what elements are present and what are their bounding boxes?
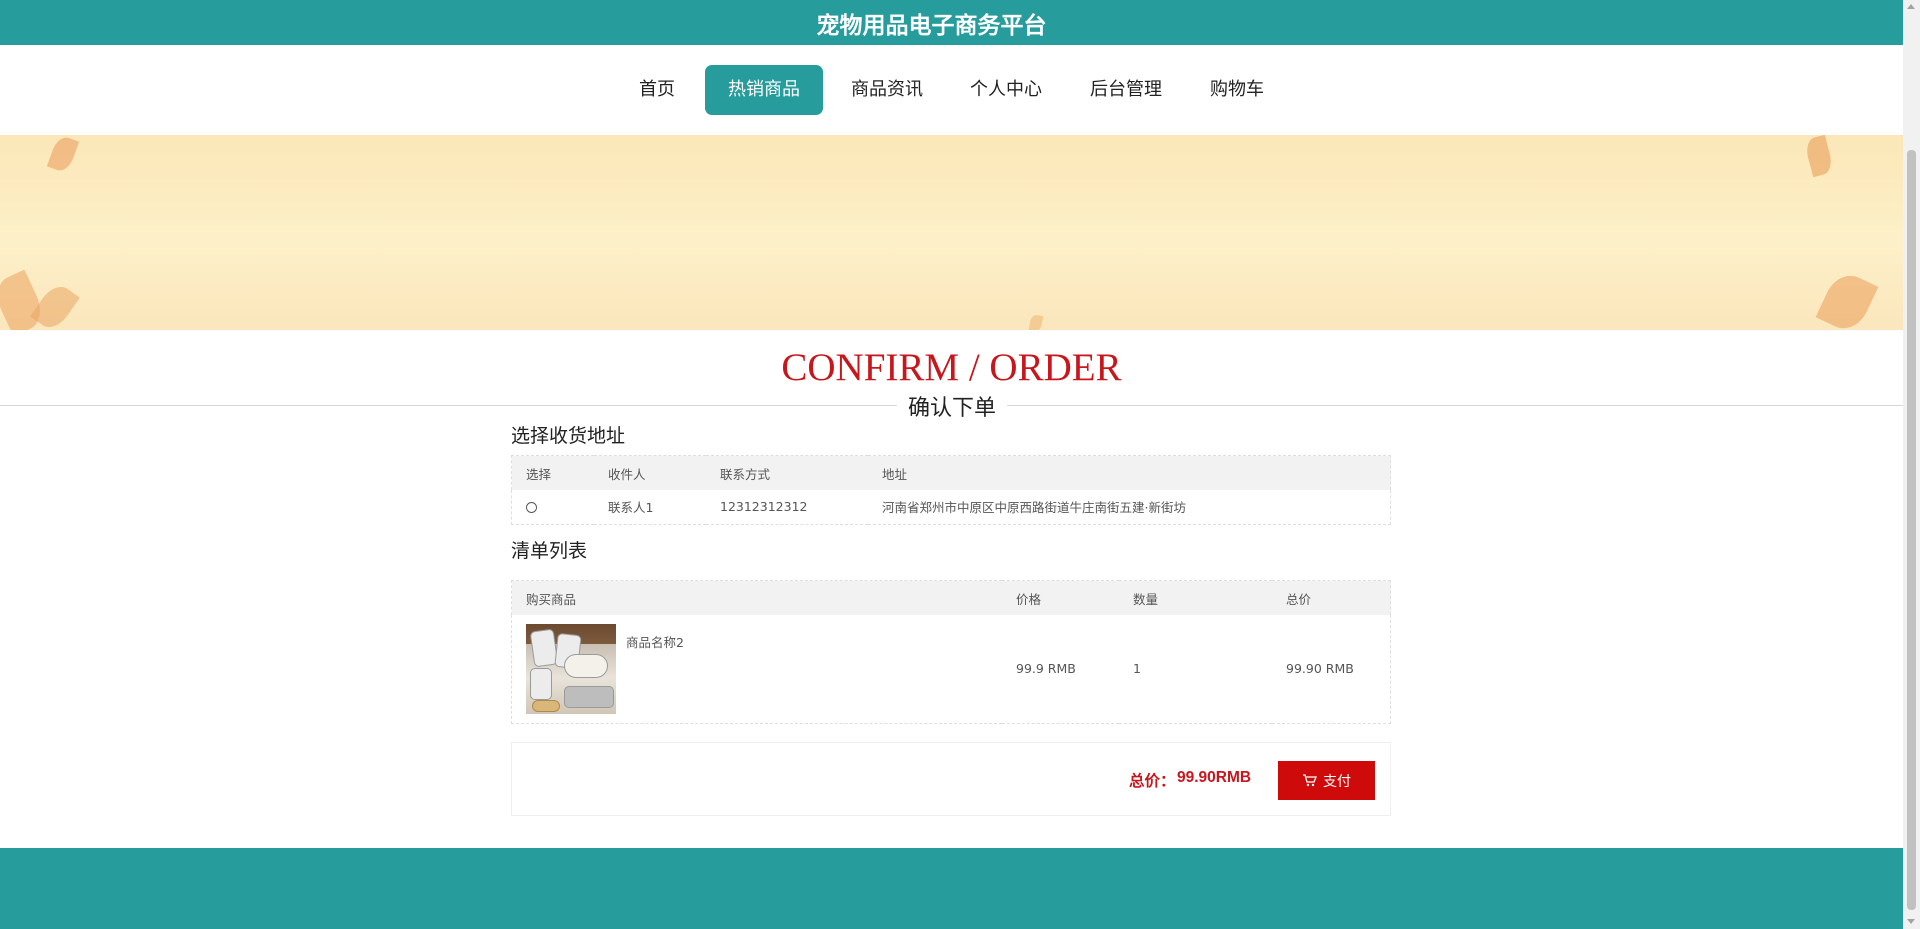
cart-icon xyxy=(1303,774,1317,787)
column-header: 购买商品 xyxy=(511,580,1002,615)
page-title-en: CONFIRM / ORDER xyxy=(781,346,1122,389)
qty-cell: 1 xyxy=(1133,661,1141,677)
total-label: 总价： xyxy=(1129,773,1176,790)
address-cell: 河南省郑州市中原区中原西路街道牛庄南街五建·新街坊 xyxy=(882,500,1186,516)
price-cell: 99.9 RMB xyxy=(1016,661,1076,677)
total-cell: 99.90 RMB xyxy=(1286,661,1354,677)
nav-item-product-news[interactable]: 商品资讯 xyxy=(845,65,929,115)
leaf-decoration xyxy=(1815,268,1879,330)
nav-item-personal-center[interactable]: 个人中心 xyxy=(964,65,1048,115)
table-row[interactable]: 联系人1 12312312312 河南省郑州市中原区中原西路街道牛庄南街五建·新… xyxy=(512,490,1391,524)
site-title: 宠物用品电子商务平台 xyxy=(816,12,1047,39)
table-row: 商品名称2 99.9 RMB 1 99.90 RMB xyxy=(512,615,1391,723)
product-name[interactable]: 商品名称2 xyxy=(626,632,684,651)
order-summary: 总价： 99.90RMB 支付 xyxy=(511,742,1391,816)
pay-button[interactable]: 支付 xyxy=(1278,761,1375,800)
nav-item-cart[interactable]: 购物车 xyxy=(1203,65,1271,115)
items-section-title: 清单列表 xyxy=(511,540,588,562)
total-value: 99.90RMB xyxy=(1177,769,1252,786)
column-header: 数量 xyxy=(1119,580,1272,615)
items-table: 购买商品 价格 数量 总价 商品名称2 99.9 RMB 1 99.90 RMB xyxy=(511,580,1391,724)
page-title-cn: 确认下单 xyxy=(897,390,1007,422)
column-header: 收件人 xyxy=(594,455,706,490)
leaf-decoration xyxy=(1803,135,1835,178)
phone-cell: 12312312312 xyxy=(720,499,808,515)
main-nav: 首页 热销商品 商品资讯 个人中心 后台管理 购物车 xyxy=(0,45,1903,135)
leaf-decoration xyxy=(1028,314,1044,330)
scrollbar-thumb[interactable] xyxy=(1907,150,1916,910)
product-image[interactable] xyxy=(526,624,616,714)
leaf-decoration xyxy=(30,280,80,330)
nav-item-admin[interactable]: 后台管理 xyxy=(1084,65,1168,115)
nav-item-home[interactable]: 首页 xyxy=(630,65,684,115)
address-section-title: 选择收货地址 xyxy=(511,425,626,447)
footer xyxy=(0,848,1903,929)
scroll-down-arrow[interactable] xyxy=(1907,919,1915,924)
column-header: 联系方式 xyxy=(706,455,868,490)
column-header: 总价 xyxy=(1272,580,1391,615)
address-table: 选择 收件人 联系方式 地址 联系人1 12312312312 河南省郑州市中原… xyxy=(511,455,1391,525)
column-header: 价格 xyxy=(1002,580,1119,615)
pay-label: 支付 xyxy=(1323,773,1351,790)
address-radio[interactable] xyxy=(526,502,537,514)
column-header: 地址 xyxy=(868,455,1391,490)
nav-item-hot-products[interactable]: 热销商品 xyxy=(705,65,823,115)
leaf-decoration xyxy=(46,135,80,174)
column-header: 选择 xyxy=(511,455,594,490)
scroll-up-arrow[interactable] xyxy=(1907,4,1915,9)
hero-banner xyxy=(0,135,1903,330)
recipient-cell: 联系人1 xyxy=(608,500,654,516)
scrollbar[interactable] xyxy=(1903,0,1920,929)
top-header: 宠物用品电子商务平台 xyxy=(0,0,1903,45)
